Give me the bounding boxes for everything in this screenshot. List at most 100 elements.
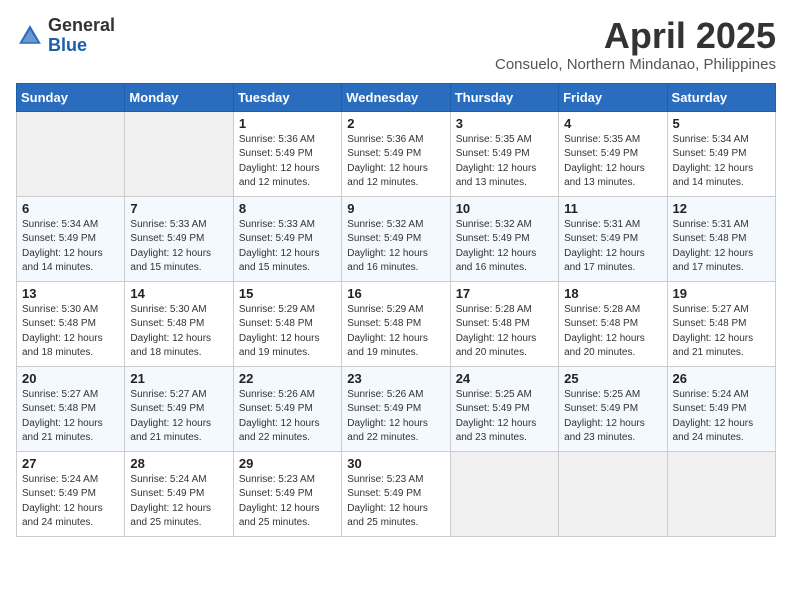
day-info: Sunrise: 5:36 AM Sunset: 5:49 PM Dayligh… (239, 133, 336, 191)
day-info: Sunrise: 5:28 AM Sunset: 5:48 PM Dayligh… (564, 303, 661, 361)
day-info: Sunrise: 5:25 AM Sunset: 5:49 PM Dayligh… (456, 388, 553, 446)
day-number: 9 (347, 201, 444, 216)
calendar-day-cell (667, 451, 775, 536)
day-info: Sunrise: 5:24 AM Sunset: 5:49 PM Dayligh… (130, 473, 227, 531)
day-info: Sunrise: 5:29 AM Sunset: 5:48 PM Dayligh… (239, 303, 336, 361)
day-info: Sunrise: 5:28 AM Sunset: 5:48 PM Dayligh… (456, 303, 553, 361)
day-number: 30 (347, 456, 444, 471)
day-number: 2 (347, 116, 444, 131)
day-number: 6 (22, 201, 119, 216)
day-number: 23 (347, 371, 444, 386)
day-info: Sunrise: 5:25 AM Sunset: 5:49 PM Dayligh… (564, 388, 661, 446)
day-info: Sunrise: 5:27 AM Sunset: 5:48 PM Dayligh… (673, 303, 770, 361)
day-info: Sunrise: 5:23 AM Sunset: 5:49 PM Dayligh… (347, 473, 444, 531)
logo-icon (16, 22, 44, 50)
day-number: 11 (564, 201, 661, 216)
calendar-day-cell: 25 Sunrise: 5:25 AM Sunset: 5:49 PM Dayli… (559, 366, 667, 451)
calendar-day-cell: 14 Sunrise: 5:30 AM Sunset: 5:48 PM Dayli… (125, 281, 233, 366)
day-number: 24 (456, 371, 553, 386)
day-info: Sunrise: 5:27 AM Sunset: 5:48 PM Dayligh… (22, 388, 119, 446)
day-number: 18 (564, 286, 661, 301)
day-info: Sunrise: 5:24 AM Sunset: 5:49 PM Dayligh… (673, 388, 770, 446)
day-info: Sunrise: 5:34 AM Sunset: 5:49 PM Dayligh… (673, 133, 770, 191)
day-number: 15 (239, 286, 336, 301)
day-number: 14 (130, 286, 227, 301)
weekday-header-cell: Saturday (667, 83, 775, 111)
day-info: Sunrise: 5:31 AM Sunset: 5:49 PM Dayligh… (564, 218, 661, 276)
calendar-day-cell: 12 Sunrise: 5:31 AM Sunset: 5:48 PM Dayli… (667, 196, 775, 281)
day-info: Sunrise: 5:34 AM Sunset: 5:49 PM Dayligh… (22, 218, 119, 276)
day-number: 20 (22, 371, 119, 386)
day-number: 22 (239, 371, 336, 386)
calendar-body: 1 Sunrise: 5:36 AM Sunset: 5:49 PM Daylig… (17, 111, 776, 536)
day-info: Sunrise: 5:30 AM Sunset: 5:48 PM Dayligh… (22, 303, 119, 361)
calendar-day-cell: 30 Sunrise: 5:23 AM Sunset: 5:49 PM Dayli… (342, 451, 450, 536)
day-info: Sunrise: 5:30 AM Sunset: 5:48 PM Dayligh… (130, 303, 227, 361)
calendar-day-cell: 1 Sunrise: 5:36 AM Sunset: 5:49 PM Daylig… (233, 111, 341, 196)
calendar-day-cell: 17 Sunrise: 5:28 AM Sunset: 5:48 PM Dayli… (450, 281, 558, 366)
calendar-day-cell: 7Sunrise: 5:33 AM Sunset: 5:49 PM Daylig… (125, 196, 233, 281)
day-number: 4 (564, 116, 661, 131)
calendar-week-row: 6 Sunrise: 5:34 AM Sunset: 5:49 PM Daylig… (17, 196, 776, 281)
day-info: Sunrise: 5:29 AM Sunset: 5:48 PM Dayligh… (347, 303, 444, 361)
calendar-day-cell: 18 Sunrise: 5:28 AM Sunset: 5:48 PM Dayli… (559, 281, 667, 366)
day-number: 13 (22, 286, 119, 301)
header: General Blue April 2025 Consuelo, Northe… (16, 16, 776, 73)
month-title: April 2025 (495, 16, 776, 56)
day-number: 25 (564, 371, 661, 386)
calendar-week-row: 27Sunrise: 5:24 AM Sunset: 5:49 PM Dayli… (17, 451, 776, 536)
calendar-day-cell: 29Sunrise: 5:23 AM Sunset: 5:49 PM Dayli… (233, 451, 341, 536)
calendar: SundayMondayTuesdayWednesdayThursdayFrid… (16, 83, 776, 537)
weekday-header-cell: Thursday (450, 83, 558, 111)
calendar-day-cell: 20 Sunrise: 5:27 AM Sunset: 5:48 PM Dayli… (17, 366, 125, 451)
weekday-header-cell: Tuesday (233, 83, 341, 111)
weekday-header-cell: Sunday (17, 83, 125, 111)
day-info: Sunrise: 5:36 AM Sunset: 5:49 PM Dayligh… (347, 133, 444, 191)
logo-text: General Blue (48, 16, 115, 56)
day-info: Sunrise: 5:35 AM Sunset: 5:49 PM Dayligh… (456, 133, 553, 191)
calendar-day-cell: 4 Sunrise: 5:35 AM Sunset: 5:49 PM Daylig… (559, 111, 667, 196)
day-number: 8 (239, 201, 336, 216)
day-number: 1 (239, 116, 336, 131)
calendar-day-cell: 6 Sunrise: 5:34 AM Sunset: 5:49 PM Daylig… (17, 196, 125, 281)
day-number: 28 (130, 456, 227, 471)
day-info: Sunrise: 5:23 AM Sunset: 5:49 PM Dayligh… (239, 473, 336, 531)
calendar-week-row: 13 Sunrise: 5:30 AM Sunset: 5:48 PM Dayli… (17, 281, 776, 366)
day-number: 19 (673, 286, 770, 301)
calendar-week-row: 20 Sunrise: 5:27 AM Sunset: 5:48 PM Dayli… (17, 366, 776, 451)
calendar-day-cell: 3 Sunrise: 5:35 AM Sunset: 5:49 PM Daylig… (450, 111, 558, 196)
day-number: 26 (673, 371, 770, 386)
location-title: Consuelo, Northern Mindanao, Philippines (495, 56, 776, 73)
title-area: April 2025 Consuelo, Northern Mindanao, … (495, 16, 776, 73)
weekday-header-cell: Wednesday (342, 83, 450, 111)
day-info: Sunrise: 5:32 AM Sunset: 5:49 PM Dayligh… (456, 218, 553, 276)
logo: General Blue (16, 16, 115, 56)
calendar-day-cell: 2 Sunrise: 5:36 AM Sunset: 5:49 PM Daylig… (342, 111, 450, 196)
day-info: Sunrise: 5:33 AM Sunset: 5:49 PM Dayligh… (239, 218, 336, 276)
calendar-day-cell: 16Sunrise: 5:29 AM Sunset: 5:48 PM Dayli… (342, 281, 450, 366)
day-number: 12 (673, 201, 770, 216)
calendar-day-cell: 19 Sunrise: 5:27 AM Sunset: 5:48 PM Dayli… (667, 281, 775, 366)
calendar-day-cell: 9 Sunrise: 5:32 AM Sunset: 5:49 PM Daylig… (342, 196, 450, 281)
day-info: Sunrise: 5:31 AM Sunset: 5:48 PM Dayligh… (673, 218, 770, 276)
day-info: Sunrise: 5:35 AM Sunset: 5:49 PM Dayligh… (564, 133, 661, 191)
calendar-day-cell (450, 451, 558, 536)
calendar-day-cell (17, 111, 125, 196)
calendar-day-cell: 22 Sunrise: 5:26 AM Sunset: 5:49 PM Dayli… (233, 366, 341, 451)
weekday-header-cell: Monday (125, 83, 233, 111)
calendar-day-cell: 24 Sunrise: 5:25 AM Sunset: 5:49 PM Dayli… (450, 366, 558, 451)
day-number: 5 (673, 116, 770, 131)
day-info: Sunrise: 5:24 AM Sunset: 5:49 PM Dayligh… (22, 473, 119, 531)
calendar-day-cell: 10 Sunrise: 5:32 AM Sunset: 5:49 PM Dayli… (450, 196, 558, 281)
calendar-day-cell (125, 111, 233, 196)
day-info: Sunrise: 5:26 AM Sunset: 5:49 PM Dayligh… (239, 388, 336, 446)
day-number: 3 (456, 116, 553, 131)
calendar-day-cell: 15 Sunrise: 5:29 AM Sunset: 5:48 PM Dayli… (233, 281, 341, 366)
day-number: 10 (456, 201, 553, 216)
weekday-header-row: SundayMondayTuesdayWednesdayThursdayFrid… (17, 83, 776, 111)
calendar-day-cell: 23Sunrise: 5:26 AM Sunset: 5:49 PM Dayli… (342, 366, 450, 451)
day-info: Sunrise: 5:32 AM Sunset: 5:49 PM Dayligh… (347, 218, 444, 276)
day-number: 17 (456, 286, 553, 301)
day-info: Sunrise: 5:33 AM Sunset: 5:49 PM Dayligh… (130, 218, 227, 276)
calendar-day-cell: 8 Sunrise: 5:33 AM Sunset: 5:49 PM Daylig… (233, 196, 341, 281)
